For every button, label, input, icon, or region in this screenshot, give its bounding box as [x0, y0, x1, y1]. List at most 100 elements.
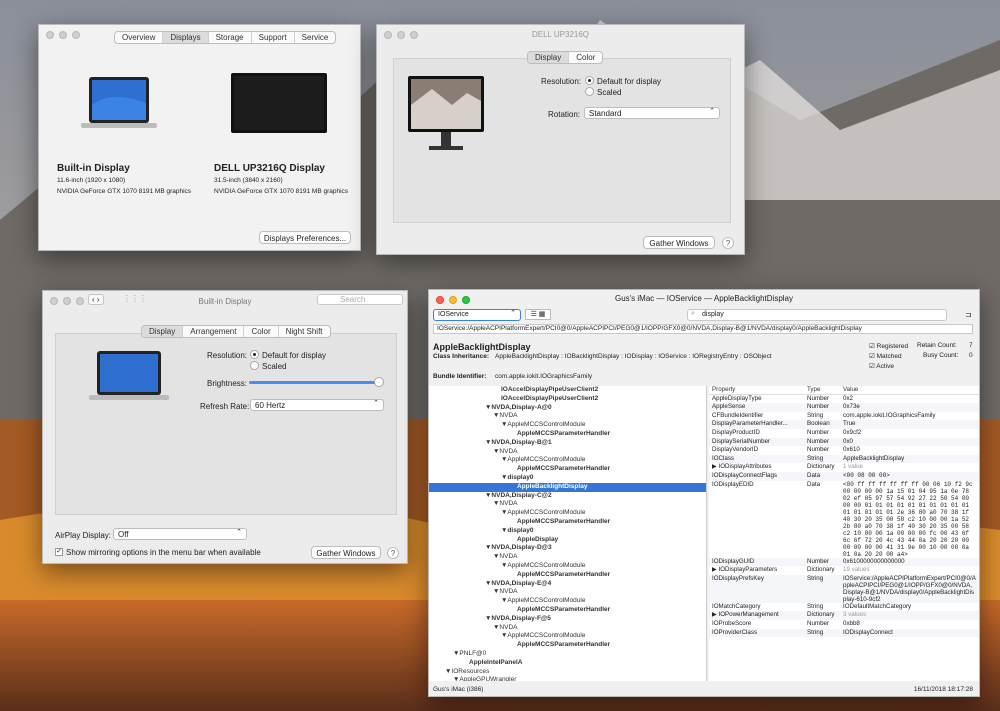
help-button[interactable]: ?	[722, 237, 734, 249]
dell-tabs[interactable]: Display Color	[527, 51, 604, 64]
tree-node[interactable]: ▼AppleMCCSControlModule	[429, 632, 706, 641]
property-row[interactable]: DisplaySerialNumber Number 0x0	[709, 437, 979, 447]
airplay-select[interactable]: Off	[113, 528, 247, 540]
property-row[interactable]: CFBundleIdentifier String com.apple.iokit.…	[709, 412, 979, 421]
tree-node[interactable]: AppleIntelPanelA	[429, 659, 706, 668]
tree-node[interactable]: AppleMCCSParameterHandler	[429, 606, 706, 615]
builtin-tabs[interactable]: Display Arrangement Color Night Shift	[141, 325, 331, 338]
help-button[interactable]: ?	[387, 547, 399, 559]
col-type[interactable]: Type	[804, 386, 840, 396]
col-value[interactable]: Value	[840, 386, 979, 396]
refresh-rate-select[interactable]: 60 Hertz	[250, 399, 384, 411]
tree-node[interactable]: ▼NVDA,Display-A@0	[429, 404, 706, 413]
tree-node[interactable]: ▼NVDA,Display-E@4	[429, 580, 706, 589]
property-row[interactable]: ▶ IODisplayParameters Dictionary 19 values	[709, 566, 979, 575]
displays-preferences-button[interactable]: Displays Preferences...	[259, 231, 351, 244]
retain-count-value: 7	[969, 342, 973, 349]
property-row[interactable]: IOClass String AppleBacklightDisplay	[709, 454, 979, 464]
property-row[interactable]: DisplayVendorID Number 0x610	[709, 446, 979, 455]
search-input[interactable]: Search	[317, 294, 403, 305]
tree-node[interactable]: AppleBacklightDisplay	[429, 482, 706, 492]
tree-node[interactable]: ▼NVDA,Display-B@1	[429, 439, 706, 448]
tree-node[interactable]: ▼NVDA,Display-D@3	[429, 544, 706, 553]
tree-node[interactable]: ▼AppleMCCSControlModule	[429, 562, 706, 571]
tree-node[interactable]: ▼AppleMCCSControlModule	[429, 597, 706, 606]
property-value: 0xbb8	[843, 619, 860, 627]
tree-node[interactable]: AppleDisplay	[429, 536, 706, 545]
tree-node[interactable]: ▼NVDA	[429, 448, 706, 457]
tree-node[interactable]: AppleMCCSParameterHandler	[429, 518, 706, 527]
tree-node[interactable]: AppleMCCSParameterHandler	[429, 641, 706, 650]
tab-storage[interactable]: Storage	[209, 32, 252, 43]
tree-node[interactable]: ▼AppleMCCSControlModule	[429, 509, 706, 518]
gather-windows-button[interactable]: Gather Windows	[643, 236, 715, 249]
tree-node[interactable]: AppleMCCSParameterHandler	[429, 430, 706, 439]
service-tree[interactable]: IOAccelDisplayPipeUserClient2 IOAccelDisp…	[429, 386, 707, 681]
property-row[interactable]: IOMatchCategory String IODefaultMatchCateg…	[709, 603, 979, 612]
property-row[interactable]: IODisplayPrefsKey String IOService:/AppleA…	[709, 574, 979, 603]
tab-night-shift[interactable]: Night Shift	[279, 326, 330, 337]
tree-node[interactable]: ▼NVDA	[429, 553, 706, 562]
path-icon[interactable]: ⊐	[965, 310, 972, 319]
tree-node[interactable]: ▼display0	[429, 527, 706, 536]
brightness-slider-knob[interactable]	[374, 377, 384, 387]
col-property[interactable]: Property	[709, 386, 804, 396]
resolution-scaled-label: Scaled	[262, 362, 287, 371]
tab-arrangement[interactable]: Arrangement	[183, 326, 245, 337]
tree-node[interactable]: AppleMCCSParameterHandler	[429, 465, 706, 474]
tree-node[interactable]: ▼NVDA,Display-F@5	[429, 615, 706, 624]
property-row[interactable]: DisplayParameterHandler... Boolean True	[709, 420, 979, 429]
property-row[interactable]: AppleSense Number 0x73e	[709, 403, 979, 412]
properties-table[interactable]: Property Type Value AppleDisplayType Numb…	[709, 386, 979, 681]
active-label: Active	[876, 363, 894, 370]
property-row[interactable]: AppleDisplayType Number 0x2	[709, 395, 979, 404]
plane-select[interactable]: IOService	[433, 309, 521, 321]
property-row[interactable]: IODisplayGUID Number 0x6100000000000000	[709, 557, 979, 567]
property-row[interactable]: ▶ IODisplayAttributes Dictionary 1 value	[709, 463, 979, 472]
tree-node[interactable]: ▼NVDA	[429, 588, 706, 597]
property-row[interactable]: IODisplayEDID Data <00 ff ff ff ff ff ff 0…	[709, 481, 979, 558]
property-row[interactable]: IOProbeScore Number 0xbb8	[709, 620, 979, 629]
tree-node[interactable]: ▼display0	[429, 474, 706, 483]
property-row[interactable]: IOProviderClass String IODisplayConnect	[709, 628, 979, 638]
tab-displays[interactable]: Displays	[163, 32, 209, 43]
view-mode-icons[interactable]: ☰ ▦	[525, 309, 551, 320]
tree-node[interactable]: AppleMCCSParameterHandler	[429, 571, 706, 580]
tree-node[interactable]: ▼NVDA	[429, 500, 706, 509]
property-value: <00 08 00 00>	[840, 471, 979, 481]
resolution-scaled-radio[interactable]	[250, 361, 259, 370]
resolution-scaled-radio[interactable]	[585, 87, 594, 96]
tree-node[interactable]: ▼AppleMCCSControlModule	[429, 421, 706, 430]
tab-service[interactable]: Service	[295, 32, 336, 43]
mirroring-checkbox[interactable]: ✓	[55, 548, 63, 556]
resolution-default-radio[interactable]	[585, 76, 594, 85]
tree-node[interactable]: ▼NVDA,Display-C@2	[429, 492, 706, 501]
tree-node[interactable]: ▼AppleMCCSControlModule	[429, 456, 706, 465]
tab-display[interactable]: Display	[142, 326, 184, 337]
tab-overview[interactable]: Overview	[115, 32, 164, 43]
tree-node[interactable]: ▼IOResources	[429, 668, 706, 677]
tree-node[interactable]: IOAccelDisplayPipeUserClient2	[429, 386, 706, 395]
gather-windows-button[interactable]: Gather Windows	[311, 546, 381, 559]
tab-color[interactable]: Color	[244, 326, 279, 337]
window-controls[interactable]	[46, 31, 80, 39]
path-field[interactable]: IOService:/AppleACPIPlatformExpert/PCI0@…	[433, 324, 973, 334]
tree-node[interactable]: ▼NVDA	[429, 624, 706, 633]
overview-tabs[interactable]: Overview Displays Storage Support Servic…	[114, 31, 337, 44]
property-row[interactable]: DisplayProductID Number 0x9cf2	[709, 429, 979, 438]
tree-node[interactable]: ▼NVDA	[429, 412, 706, 421]
resolution-default-label: Default for display	[597, 77, 662, 86]
tree-node[interactable]: ▼AppleGPUWrangler	[429, 676, 706, 681]
search-field[interactable]: display	[687, 309, 947, 321]
tree-node[interactable]: ▼PNLF@0	[429, 650, 706, 659]
rotation-select[interactable]: Standard	[584, 107, 720, 119]
tab-display[interactable]: Display	[528, 52, 570, 63]
property-row[interactable]: ▶ IOPowerManagement Dictionary 3 values	[709, 611, 979, 620]
brightness-slider[interactable]	[249, 381, 381, 384]
tree-node[interactable]: IOAccelDisplayPipeUserClient2	[429, 395, 706, 404]
property-value: 19 values	[843, 566, 870, 574]
tab-color[interactable]: Color	[569, 52, 602, 63]
tab-support[interactable]: Support	[252, 32, 295, 43]
property-row[interactable]: IODisplayConnectFlags Data <00 08 00 00>	[709, 471, 979, 481]
resolution-default-radio[interactable]	[250, 350, 259, 359]
